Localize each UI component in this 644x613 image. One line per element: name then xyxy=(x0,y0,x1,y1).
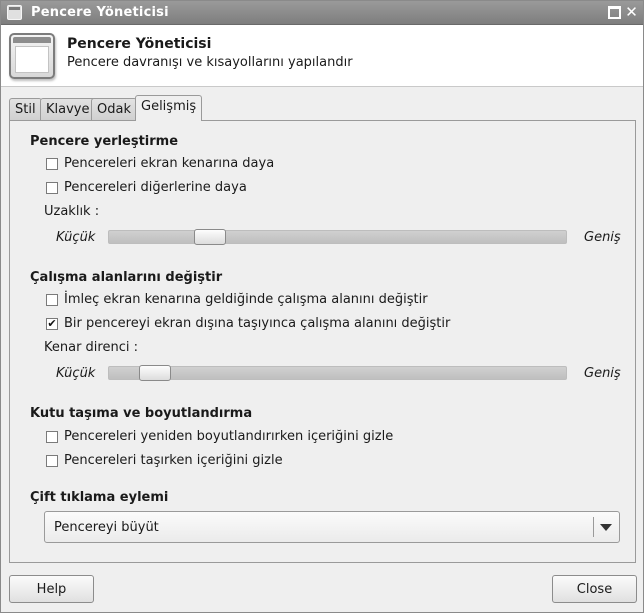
distance-label: Uzaklık : xyxy=(44,204,100,219)
section-title-double-click: Çift tıklama eylemi xyxy=(30,490,169,505)
resistance-max-label: Geniş xyxy=(584,366,621,381)
dialog-header: Pencere Yöneticisi Pencere davranışı ve … xyxy=(1,25,643,87)
checkbox-box[interactable] xyxy=(46,455,58,467)
title-bar[interactable]: Pencere Yöneticisi ✕ xyxy=(1,1,643,25)
resistance-label: Kenar direnci : xyxy=(44,340,138,355)
distance-slider-thumb[interactable] xyxy=(194,229,226,245)
distance-slider[interactable] xyxy=(108,229,567,245)
tab-odak[interactable]: Odak xyxy=(91,98,137,121)
double-click-action-value: Pencereyi büyüt xyxy=(54,520,159,535)
window-manager-icon xyxy=(9,33,55,79)
distance-max-label: Geniş xyxy=(584,230,621,245)
checkbox-label: Bir pencereyi ekran dışına taşıyınca çal… xyxy=(64,316,451,331)
dialog-subtitle: Pencere davranışı ve kısayollarını yapıl… xyxy=(67,55,353,70)
resistance-min-label: Küçük xyxy=(56,366,96,381)
window-manager-icon xyxy=(7,5,22,20)
section-title-workspaces: Çalışma alanlarını değiştir xyxy=(30,270,223,285)
checkbox-label: Pencereleri yeniden boyutlandırırken içe… xyxy=(64,429,394,444)
checkbox-box[interactable] xyxy=(46,158,58,170)
checkbox-box[interactable] xyxy=(46,431,58,443)
resistance-slider[interactable] xyxy=(108,365,567,381)
checkbox-label: Pencereleri diğerlerine daya xyxy=(64,180,247,195)
check-mark-icon[interactable]: ✔ xyxy=(46,318,58,330)
tab-klavye[interactable]: Klavye xyxy=(40,98,96,121)
checkbox-box[interactable] xyxy=(46,182,58,194)
window: Pencere Yöneticisi ✕ Pencere Yöneticisi … xyxy=(0,0,644,613)
double-click-action-select[interactable]: Pencereyi büyüt xyxy=(44,511,620,543)
advanced-panel: Pencere yerleştirme Pencereleri ekran ke… xyxy=(9,120,636,563)
checkbox-box[interactable] xyxy=(46,294,58,306)
tab-stil[interactable]: Stil xyxy=(9,98,42,121)
combo-separator xyxy=(593,517,594,537)
close-icon[interactable]: ✕ xyxy=(625,5,638,20)
chevron-down-icon[interactable] xyxy=(600,524,612,531)
checkbox-label: İmleç ekran kenarına geldiğinde çalışma … xyxy=(64,292,428,307)
maximize-icon[interactable] xyxy=(608,6,621,19)
tab-gelismis[interactable]: Gelişmiş xyxy=(135,95,203,121)
distance-min-label: Küçük xyxy=(56,230,96,245)
close-button[interactable]: Close xyxy=(552,575,637,603)
resistance-slider-thumb[interactable] xyxy=(139,365,171,381)
checkbox-label: Pencereleri ekran kenarına daya xyxy=(64,156,275,171)
section-title-box-move: Kutu taşıma ve boyutlandırma xyxy=(30,406,253,421)
window-title: Pencere Yöneticisi xyxy=(31,5,169,20)
help-button[interactable]: Help xyxy=(9,575,94,603)
section-title-placement: Pencere yerleştirme xyxy=(30,134,179,149)
dialog-title: Pencere Yöneticisi xyxy=(67,36,212,52)
checkbox-label: Pencereleri taşırken içeriğini gizle xyxy=(64,453,283,468)
